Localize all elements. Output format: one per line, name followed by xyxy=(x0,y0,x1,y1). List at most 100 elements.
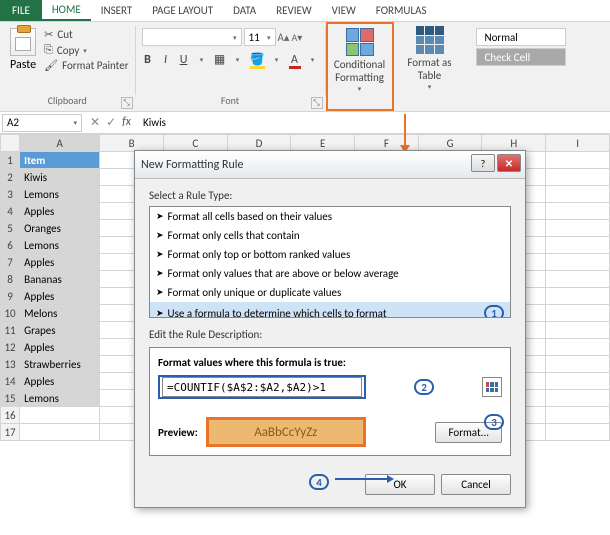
format-as-table-button[interactable]: Format as Table▾ xyxy=(400,24,460,93)
cell[interactable] xyxy=(20,407,100,424)
close-button[interactable]: ✕ xyxy=(497,154,521,172)
cell[interactable] xyxy=(546,237,610,254)
row-header[interactable]: 16 xyxy=(1,407,20,424)
cell[interactable] xyxy=(546,373,610,390)
row-header[interactable]: 2 xyxy=(1,169,20,186)
select-all-corner[interactable] xyxy=(1,135,20,152)
clipboard-launcher[interactable]: ⤡ xyxy=(121,97,133,109)
rule-type-item[interactable]: ➤Format only unique or duplicate values xyxy=(150,283,510,302)
col-header[interactable]: C xyxy=(163,135,227,152)
bold-button[interactable]: B xyxy=(142,53,154,67)
cell[interactable]: Melons xyxy=(20,305,100,322)
col-header[interactable]: B xyxy=(100,135,164,152)
cell[interactable] xyxy=(20,424,100,441)
cell-style-check-cell[interactable]: Check Cell xyxy=(476,48,566,66)
row-header[interactable]: 5 xyxy=(1,220,20,237)
border-button[interactable]: ▦ xyxy=(214,52,226,67)
cancel-button[interactable]: Cancel xyxy=(441,474,511,495)
cell[interactable] xyxy=(546,407,610,424)
conditional-formatting-button[interactable]: Conditional Formatting▾ xyxy=(330,26,390,95)
tab-insert[interactable]: INSERT xyxy=(91,0,143,21)
rule-type-item[interactable]: ➤Format only cells that contain xyxy=(150,226,510,245)
cell[interactable] xyxy=(546,339,610,356)
cell-style-normal[interactable]: Normal xyxy=(476,28,566,46)
row-header[interactable]: 1 xyxy=(1,152,20,169)
row-header[interactable]: 6 xyxy=(1,237,20,254)
cell[interactable] xyxy=(546,186,610,203)
range-selector-button[interactable] xyxy=(482,377,502,397)
tab-review[interactable]: REVIEW xyxy=(266,0,322,21)
col-header[interactable]: H xyxy=(482,135,546,152)
row-header[interactable]: 11 xyxy=(1,322,20,339)
row-header[interactable]: 7 xyxy=(1,254,20,271)
cell[interactable]: Lemons xyxy=(20,186,100,203)
fill-color-button[interactable]: 🪣 xyxy=(250,52,265,67)
cell[interactable] xyxy=(546,390,610,407)
cell[interactable] xyxy=(546,322,610,339)
fx-icon[interactable]: fx xyxy=(122,115,131,130)
copy-button[interactable]: ⎘Copy▾ xyxy=(44,43,128,57)
rule-type-list[interactable]: ➤Format all cells based on their values➤… xyxy=(149,206,511,318)
col-header[interactable]: E xyxy=(291,135,355,152)
cell[interactable]: Apples xyxy=(20,288,100,305)
decrease-font-icon[interactable]: A▾ xyxy=(291,31,302,44)
cell[interactable]: Apples xyxy=(20,339,100,356)
cell[interactable]: Apples xyxy=(20,203,100,220)
help-button[interactable]: ? xyxy=(471,154,495,172)
cell[interactable]: Lemons xyxy=(20,390,100,407)
col-header[interactable]: G xyxy=(418,135,482,152)
cell[interactable]: Lemons xyxy=(20,237,100,254)
row-header[interactable]: 10 xyxy=(1,305,20,322)
tab-home[interactable]: HOME xyxy=(42,0,91,21)
cell[interactable] xyxy=(546,220,610,237)
rule-type-item[interactable]: ➤Use a formula to determine which cells … xyxy=(150,302,510,318)
row-header[interactable]: 15 xyxy=(1,390,20,407)
cell[interactable]: Strawberries xyxy=(20,356,100,373)
tab-file[interactable]: FILE xyxy=(0,0,42,21)
font-color-button[interactable]: A xyxy=(289,53,301,67)
rule-type-item[interactable]: ➤Format only values that are above or be… xyxy=(150,264,510,283)
cell[interactable] xyxy=(546,271,610,288)
tab-view[interactable]: VIEW xyxy=(322,0,366,21)
col-header[interactable]: D xyxy=(227,135,291,152)
cell[interactable] xyxy=(546,152,610,169)
tab-data[interactable]: DATA xyxy=(223,0,266,21)
paste-button[interactable]: Paste xyxy=(6,24,40,76)
cell[interactable]: Apples xyxy=(20,373,100,390)
col-header[interactable]: A xyxy=(20,135,100,152)
row-header[interactable]: 12 xyxy=(1,339,20,356)
row-header[interactable]: 8 xyxy=(1,271,20,288)
formula-input[interactable] xyxy=(162,377,362,397)
row-header[interactable]: 4 xyxy=(1,203,20,220)
underline-button[interactable]: U xyxy=(178,53,190,67)
formula-bar[interactable]: Kiwis xyxy=(137,116,166,129)
italic-button[interactable]: I xyxy=(160,53,172,67)
enter-formula-icon[interactable]: ✓ xyxy=(106,115,116,130)
cell[interactable] xyxy=(546,424,610,441)
format-painter-button[interactable]: 🖌Format Painter xyxy=(44,59,128,72)
cell[interactable] xyxy=(546,356,610,373)
font-size-select[interactable]: 11▾ xyxy=(244,28,276,46)
cell[interactable]: Item xyxy=(20,152,100,169)
rule-type-item[interactable]: ➤Format only top or bottom ranked values xyxy=(150,245,510,264)
row-header[interactable]: 13 xyxy=(1,356,20,373)
tab-formulas[interactable]: FORMULAS xyxy=(366,0,437,21)
cut-button[interactable]: ✂Cut xyxy=(44,28,128,41)
tab-page-layout[interactable]: PAGE LAYOUT xyxy=(142,0,223,21)
cell[interactable]: Grapes xyxy=(20,322,100,339)
row-header[interactable]: 17 xyxy=(1,424,20,441)
cell[interactable]: Kiwis xyxy=(20,169,100,186)
cell[interactable] xyxy=(546,288,610,305)
cell[interactable] xyxy=(546,169,610,186)
name-box[interactable]: A2▾ xyxy=(2,114,82,132)
increase-font-icon[interactable]: A▴ xyxy=(278,31,290,44)
rule-type-item[interactable]: ➤Format all cells based on their values xyxy=(150,207,510,226)
cell[interactable]: Bananas xyxy=(20,271,100,288)
row-header[interactable]: 9 xyxy=(1,288,20,305)
cell[interactable] xyxy=(546,203,610,220)
cell[interactable] xyxy=(546,305,610,322)
row-header[interactable]: 14 xyxy=(1,373,20,390)
row-header[interactable]: 3 xyxy=(1,186,20,203)
cell[interactable]: Apples xyxy=(20,254,100,271)
cell[interactable] xyxy=(546,254,610,271)
